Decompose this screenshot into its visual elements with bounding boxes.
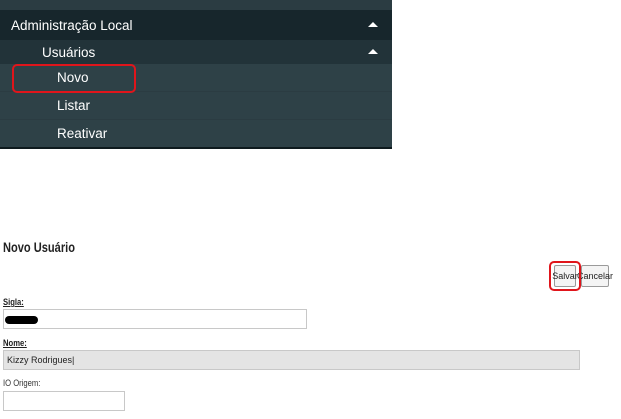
sigla-label: Sigla: bbox=[3, 297, 24, 307]
nome-label: Nome: bbox=[3, 338, 27, 348]
menu-subsection-label: Usuários bbox=[42, 44, 96, 60]
menu-item-novo[interactable]: Novo bbox=[0, 64, 392, 91]
redaction-mark bbox=[5, 316, 38, 324]
menu-item-label: Listar bbox=[57, 98, 91, 113]
menu-subsection-usuarios[interactable]: Usuários bbox=[0, 40, 392, 64]
cancel-button[interactable]: Cancelar bbox=[577, 265, 613, 287]
menu-divider bbox=[0, 147, 392, 149]
collapse-caret-icon[interactable] bbox=[368, 22, 378, 27]
page-title: Novo Usuário bbox=[3, 240, 75, 255]
collapse-caret-icon[interactable] bbox=[368, 49, 378, 54]
io-origem-label: IO Origem: bbox=[3, 378, 41, 388]
admin-menu: Administração Local Usuários Novo Listar… bbox=[0, 0, 392, 149]
menu-item-label: Novo bbox=[57, 70, 89, 85]
menu-section-administracao-local[interactable]: Administração Local bbox=[0, 10, 392, 40]
save-button[interactable]: Salvar bbox=[552, 265, 578, 287]
menu-item-reativar[interactable]: Reativar bbox=[0, 120, 392, 147]
io-origem-field[interactable] bbox=[3, 391, 125, 411]
nome-field[interactable]: Kizzy Rodrigues| bbox=[3, 350, 580, 370]
sigla-field[interactable] bbox=[3, 309, 307, 329]
menu-item-label: Reativar bbox=[57, 126, 108, 141]
menu-item-listar[interactable]: Listar bbox=[0, 92, 392, 119]
menu-section-label: Administração Local bbox=[11, 17, 133, 33]
